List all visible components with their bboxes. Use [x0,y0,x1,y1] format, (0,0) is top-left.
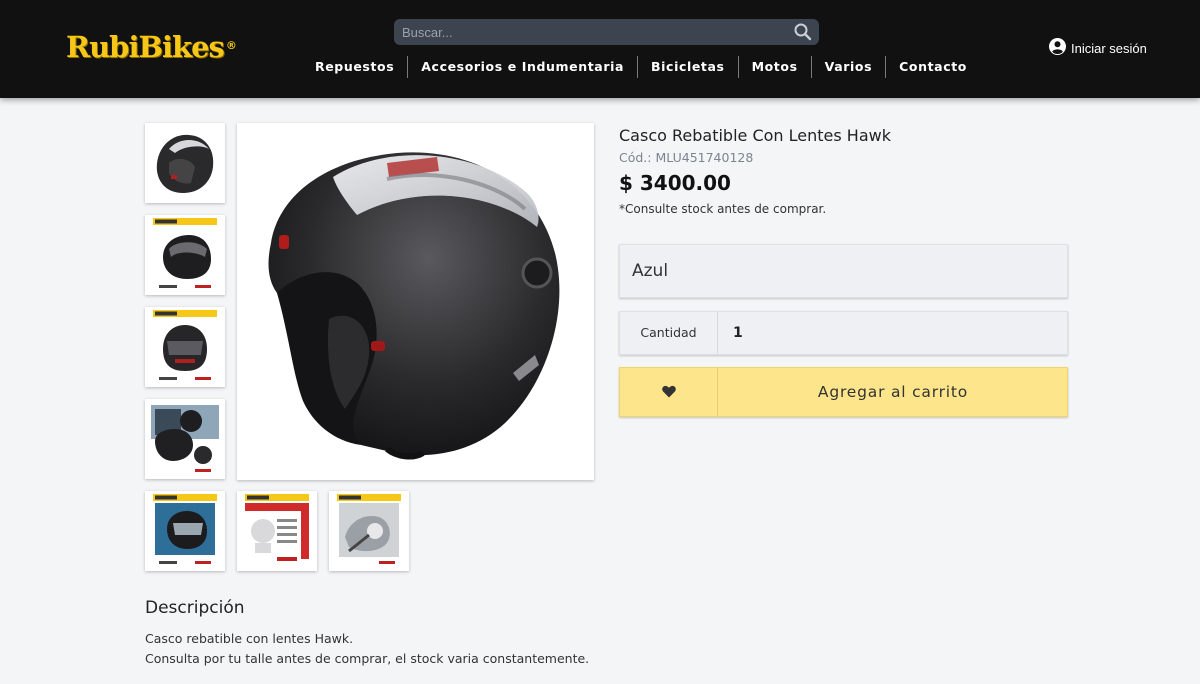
description-line: Casco rebatible con lentes Hawk. [145,631,354,646]
nav-bicicletas[interactable]: Bicicletas [638,56,738,78]
heart-icon [661,383,676,402]
site-header: RubiBikes ® Repuestos Accesorios e Indum… [0,0,1200,98]
product-title: Casco Rebatible Con Lentes Hawk [619,126,891,145]
quantity-control: Cantidad [619,311,1068,355]
product-code: Cód.: MLU451740128 [619,150,754,165]
nav-varios[interactable]: Varios [812,56,886,78]
favorite-button[interactable] [620,368,718,416]
login-link[interactable]: Iniciar sesión [1049,38,1147,59]
variant-selector[interactable]: Azul [619,244,1068,298]
helmet-thumb-7[interactable] [329,491,409,571]
helmet-thumb-6[interactable] [237,491,317,571]
helmet-thumb-1[interactable] [145,123,225,203]
stock-note: *Consulte stock antes de comprar. [619,202,827,216]
helmet-thumb-5[interactable] [145,491,225,571]
description-title: Descripción [145,598,245,618]
add-to-cart-button[interactable]: Agregar al carrito [719,368,1067,416]
helmet-thumb-4[interactable] [145,399,225,479]
registered-mark: ® [225,39,237,52]
quantity-label: Cantidad [620,312,718,354]
helmet-thumb-2[interactable] [145,215,225,295]
login-label: Iniciar sesión [1071,41,1147,56]
quantity-input[interactable] [719,312,1067,354]
main-nav: Repuestos Accesorios e Indumentaria Bici… [302,56,980,78]
search-input[interactable] [394,19,784,45]
nav-repuestos[interactable]: Repuestos [302,56,407,78]
search-icon[interactable] [793,22,813,42]
nav-accesorios-indumentaria[interactable]: Accesorios e Indumentaria [408,56,637,78]
rubibikes-logo[interactable]: RubiBikes ® [66,30,237,66]
user-circle-icon [1049,38,1066,59]
logo-text: RubiBikes [66,30,225,64]
nav-contacto[interactable]: Contacto [886,56,980,78]
cart-actions: Agregar al carrito [619,367,1068,417]
helmet-thumb-3[interactable] [145,307,225,387]
product-price: $ 3400.00 [619,171,731,195]
helmet-main-image[interactable] [237,123,594,480]
description-line: Consulta por tu talle antes de comprar, … [145,651,590,666]
variant-label: Azul [632,261,669,281]
search-bar [394,19,819,45]
nav-motos[interactable]: Motos [739,56,811,78]
